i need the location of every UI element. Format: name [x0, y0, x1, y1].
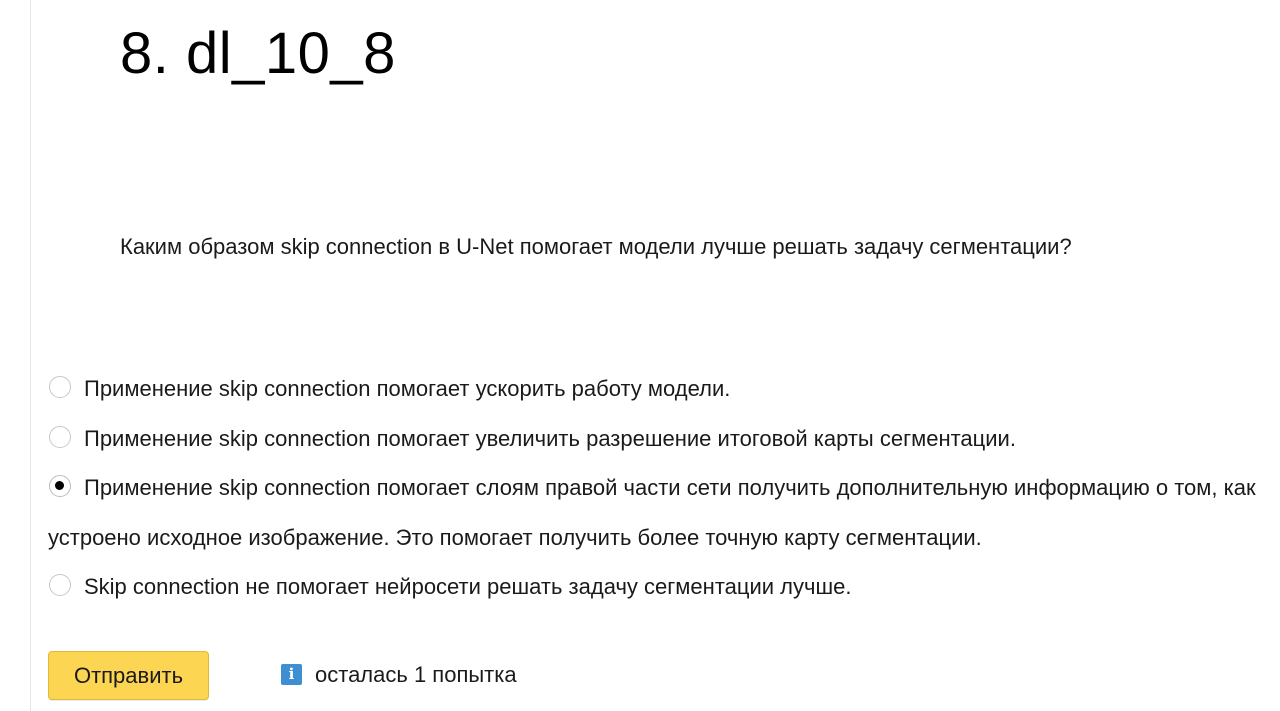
info-icon: i [281, 663, 302, 685]
radio-button-4[interactable] [49, 574, 71, 596]
left-divider [30, 0, 31, 711]
answer-option-label: Skip connection не помогает нейросети ре… [84, 574, 852, 599]
answer-option-label: Применение skip connection помогает увел… [84, 425, 1016, 451]
attempts-text: осталась 1 попытка [315, 662, 517, 687]
radio-button-1[interactable] [49, 376, 71, 398]
answer-option-3[interactable]: Применение skip connection помогает слоя… [48, 463, 1280, 562]
submit-button[interactable]: Отправить [48, 651, 209, 700]
answer-option-4[interactable]: Skip connection не помогает нейросети ре… [48, 562, 1280, 612]
radio-button-2[interactable] [49, 425, 71, 448]
answer-option-label: Применение skip connection помогает слоя… [48, 475, 1256, 550]
attempts-remaining: i осталась 1 попытка [281, 660, 517, 690]
answer-option-2[interactable]: Применение skip connection помогает увел… [48, 414, 1280, 464]
task-title: 8. dl_10_8 [120, 21, 396, 86]
answer-options: Применение skip connection помогает уско… [48, 364, 1280, 612]
radio-button-3-selected[interactable] [49, 475, 71, 497]
answer-option-label: Применение skip connection помогает уско… [84, 376, 731, 401]
question-text: Каким образом skip connection в U-Net по… [120, 234, 1072, 259]
answer-option-1[interactable]: Применение skip connection помогает уско… [48, 364, 1280, 414]
